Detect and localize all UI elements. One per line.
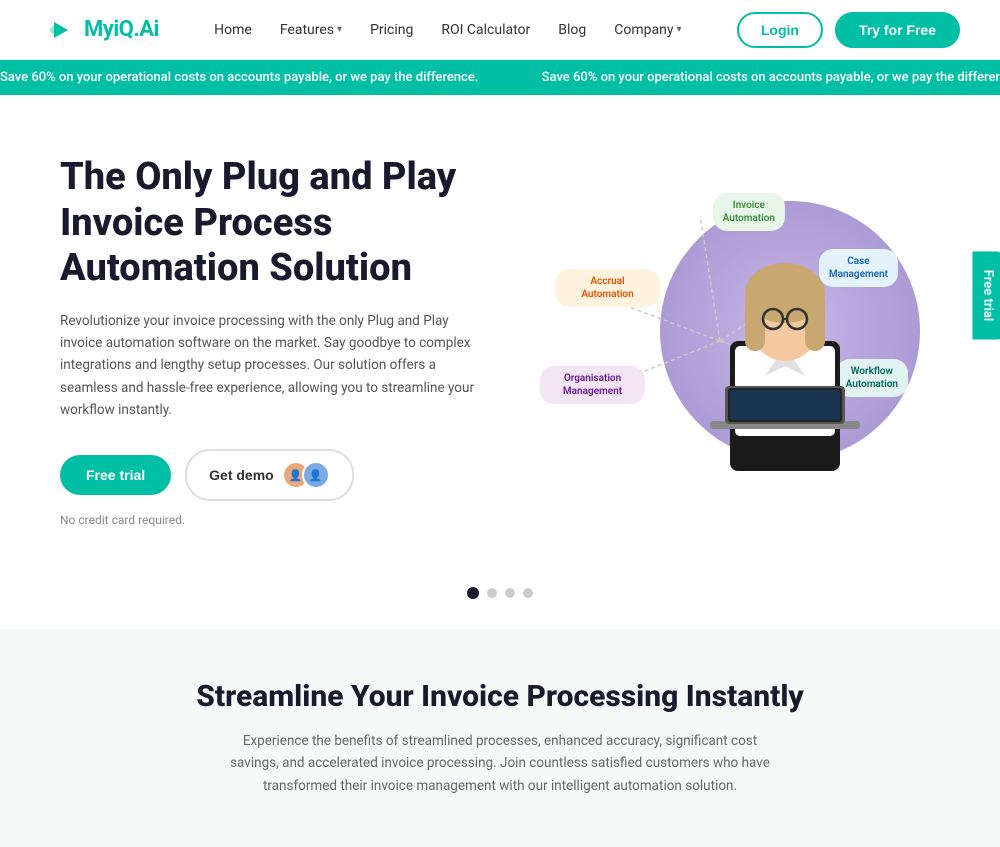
logo-text: MyiQ.Ai: [84, 17, 159, 42]
nav-company[interactable]: Company ▾: [614, 22, 681, 38]
hero-woman-illustration: [680, 211, 890, 481]
nav-links: Home Features ▾ Pricing ROI Calculator B…: [214, 22, 681, 38]
bottom-title: Streamline Your Invoice Processing Insta…: [60, 679, 940, 714]
get-demo-button[interactable]: Get demo 👤 👤: [185, 449, 354, 501]
hero-buttons: Free trial Get demo 👤 👤: [60, 449, 500, 501]
bubble-accrual: AccrualAutomation: [555, 269, 660, 307]
free-trial-button[interactable]: Free trial: [60, 455, 171, 495]
avatar-2: 👤: [302, 461, 330, 489]
company-chevron-icon: ▾: [677, 24, 682, 35]
nav-actions: Login Try for Free: [737, 12, 960, 48]
hero-description: Revolutionize your invoice processing wi…: [60, 310, 480, 421]
hero-section: The Only Plug and Play Invoice Process A…: [0, 95, 1000, 567]
floating-trial-button[interactable]: Free trial: [973, 252, 1000, 340]
nav-roi-calculator[interactable]: ROI Calculator: [441, 22, 530, 38]
logo[interactable]: MyiQ.Ai: [40, 12, 159, 48]
hero-right: InvoiceAutomation AccrualAutomation Case…: [500, 191, 940, 491]
avatar-group: 👤 👤: [282, 461, 330, 489]
try-free-button[interactable]: Try for Free: [835, 12, 960, 48]
bubble-org: OrganisationManagement: [540, 366, 645, 404]
nav-features[interactable]: Features ▾: [280, 22, 342, 38]
logo-icon: [40, 12, 76, 48]
hero-left: The Only Plug and Play Invoice Process A…: [60, 155, 500, 527]
features-chevron-icon: ▾: [337, 24, 342, 35]
nav-pricing[interactable]: Pricing: [370, 22, 413, 38]
bottom-section: Streamline Your Invoice Processing Insta…: [0, 629, 1000, 847]
ticker-banner: Save 60% on your operational costs on ac…: [0, 60, 1000, 95]
bottom-description: Experience the benefits of streamlined p…: [220, 730, 780, 797]
carousel-dot-1[interactable]: [467, 587, 479, 599]
nav-home[interactable]: Home: [214, 22, 252, 38]
carousel-dots: [0, 567, 1000, 629]
carousel-dot-2[interactable]: [487, 588, 497, 598]
carousel-dot-4[interactable]: [523, 588, 533, 598]
ticker-content: Save 60% on your operational costs on ac…: [0, 70, 1000, 85]
no-credit-card-text: No credit card required.: [60, 513, 500, 527]
hero-title: The Only Plug and Play Invoice Process A…: [60, 155, 500, 292]
login-button[interactable]: Login: [737, 12, 823, 48]
nav-blog[interactable]: Blog: [558, 22, 586, 38]
navbar: MyiQ.Ai Home Features ▾ Pricing ROI Calc…: [0, 0, 1000, 60]
carousel-dot-3[interactable]: [505, 588, 515, 598]
